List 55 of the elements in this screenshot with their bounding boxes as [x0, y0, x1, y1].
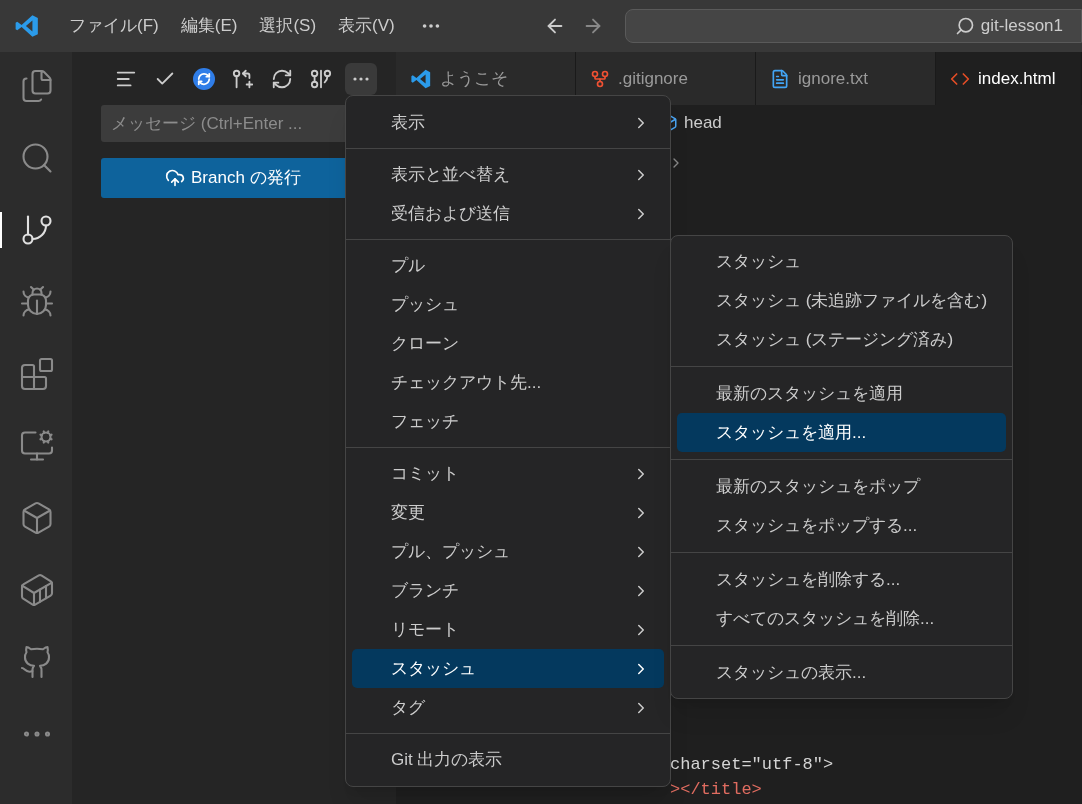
- logo-icon: [14, 13, 40, 39]
- menu-entry[interactable]: プル、プッシュ: [352, 532, 664, 571]
- extensions-icon[interactable]: [19, 356, 55, 392]
- code-line: charset="utf-8">: [670, 754, 834, 776]
- search-icon: [954, 16, 975, 36]
- monitor-icon[interactable]: [19, 428, 55, 464]
- menu-entry[interactable]: スタッシュ (ステージング済み): [677, 320, 1006, 359]
- sync-icon[interactable]: [193, 68, 215, 90]
- editor-tab[interactable]: ignore.txt: [756, 52, 936, 105]
- search-text: git-lesson1: [980, 15, 1063, 38]
- menu-entry[interactable]: 最新のスタッシュをポップ: [677, 467, 1006, 506]
- sync-arrows-icon: [197, 72, 211, 86]
- refresh-icon[interactable]: [271, 68, 293, 90]
- debug-icon[interactable]: [19, 284, 55, 320]
- search-icon[interactable]: [19, 140, 55, 176]
- menu-entry[interactable]: コミット: [352, 454, 664, 493]
- menu-entry[interactable]: チェックアウト先...: [352, 363, 664, 402]
- search-field[interactable]: git-lesson1: [624, 9, 1082, 43]
- menu-entry[interactable]: プル: [352, 246, 664, 285]
- menu-entry[interactable]: Git 出力の表示: [352, 740, 664, 779]
- menu-item[interactable]: 表示(V): [327, 13, 406, 39]
- menu-item[interactable]: ファイル(F): [58, 13, 170, 39]
- menu-entry[interactable]: 最新のスタッシュを適用: [677, 374, 1006, 413]
- code-line: ></title>: [670, 779, 762, 801]
- menu-entry[interactable]: ブランチ: [352, 571, 664, 610]
- menu-entry[interactable]: スタッシュの表示...: [677, 653, 1006, 692]
- pull-request-icon[interactable]: [232, 68, 254, 90]
- git-icon: [590, 68, 610, 89]
- container-icon[interactable]: [19, 572, 55, 608]
- menu-entry[interactable]: フェッチ: [352, 402, 664, 441]
- more-button[interactable]: [345, 63, 377, 95]
- menu-entry[interactable]: クローン: [352, 324, 664, 363]
- menu-entry[interactable]: スタッシュ: [352, 649, 664, 688]
- menu-item[interactable]: 選択(S): [248, 13, 328, 39]
- menu-entry[interactable]: スタッシュ: [677, 242, 1006, 281]
- editor-tab[interactable]: index.html: [936, 52, 1082, 105]
- menu-entry[interactable]: タグ: [352, 688, 664, 727]
- more-icon: [353, 77, 369, 81]
- cloud-upload-icon: [165, 168, 185, 188]
- files-icon[interactable]: [19, 68, 55, 104]
- menu-entry[interactable]: プッシュ: [352, 285, 664, 324]
- menu-entry[interactable]: 変更: [352, 493, 664, 532]
- menu-entry[interactable]: リモート: [352, 610, 664, 649]
- menu-entry[interactable]: スタッシュを削除する...: [677, 560, 1006, 599]
- breadcrumb-item[interactable]: head: [684, 110, 722, 136]
- logo-icon: [410, 67, 432, 90]
- menu-entry[interactable]: すべてのスタッシュを削除...: [677, 599, 1006, 638]
- menu-entry[interactable]: スタッシュ (未追跡ファイルを含む): [677, 281, 1006, 320]
- editor-tab[interactable]: .gitignore: [576, 52, 756, 105]
- graph-icon[interactable]: [310, 68, 332, 90]
- box-icon[interactable]: [19, 500, 55, 536]
- file-icon: [770, 68, 790, 89]
- menu-entry[interactable]: スタッシュをポップする...: [677, 506, 1006, 545]
- menu-item[interactable]: 編集(E): [169, 13, 249, 39]
- menu-entry[interactable]: スタッシュを適用...: [677, 413, 1006, 452]
